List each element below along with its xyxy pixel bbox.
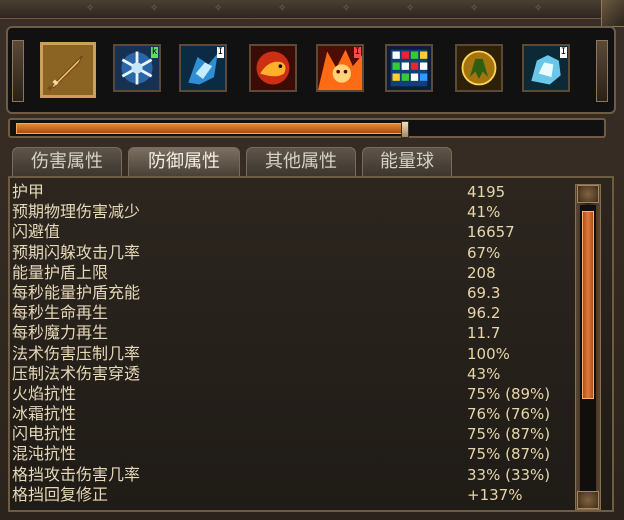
stat-row: 护甲 4195 (12, 182, 572, 202)
scroll-track[interactable] (580, 205, 596, 493)
stat-label: 冰霜抗性 (12, 404, 77, 424)
tab-damage[interactable]: 伤害属性 (12, 147, 122, 176)
strip-left-ornament (12, 40, 24, 102)
stat-label: 法术伤害压制几率 (12, 343, 141, 363)
multi-color-icon (387, 46, 431, 90)
character-attributes-window: ✧ ✧ ✧ ✧ ✧ ✧ ✧ ✧ k I I I 伤害属性 防御属性 其他属性 能… (0, 0, 624, 520)
stat-label: 预期闪躲攻击几率 (12, 242, 141, 262)
stat-value: 16657 (467, 223, 515, 242)
strip-right-ornament (596, 40, 608, 102)
stat-row: 每秒能量护盾充能 69.3 (12, 283, 572, 303)
ornament-icon: ✧ (470, 3, 479, 14)
stat-value: 208 (467, 263, 496, 282)
skill-berserker-slot[interactable]: I (316, 44, 364, 92)
stat-value: 4195 (467, 183, 506, 201)
scroll-down-icon[interactable] (577, 491, 599, 509)
stat-label: 能量护盾上限 (12, 262, 109, 282)
stat-value: 33% (33%) (467, 465, 551, 484)
ornament-icon: ✧ (534, 3, 543, 14)
skill-multi-color-slot[interactable] (385, 44, 433, 92)
stat-row: 闪避值 16657 (12, 222, 572, 242)
stat-value: 96.2 (467, 304, 501, 323)
stat-label: 每秒魔力再生 (12, 323, 109, 343)
stat-value: 67% (467, 243, 501, 262)
tab-defense[interactable]: 防御属性 (128, 147, 240, 176)
stat-label: 火焰抗性 (12, 383, 77, 403)
skill-badge: I (560, 47, 567, 58)
stat-label: 每秒能量护盾充能 (12, 282, 141, 302)
tab-energy-orb[interactable]: 能量球 (362, 147, 452, 176)
experience-bar-marker (401, 121, 409, 138)
skill-sword-slot[interactable] (40, 42, 96, 98)
stat-value: 41% (467, 203, 501, 222)
skill-ice-armor-slot[interactable]: I (179, 44, 227, 92)
ornament-icon: ✧ (342, 3, 351, 14)
ornament-icon: ✧ (406, 3, 415, 14)
stat-row: 每秒生命再生 96.2 (12, 303, 572, 323)
stat-value: 75% (87%) (467, 425, 551, 444)
stat-row: 每秒魔力再生 11.7 (12, 323, 572, 343)
skill-armor-slot[interactable] (455, 44, 503, 92)
stat-row: 预期物理伤害减少 41% (12, 202, 572, 222)
tab-other[interactable]: 其他属性 (246, 147, 356, 176)
skill-ice-fist-slot[interactable]: I (522, 44, 570, 92)
ornament-icon: ✧ (150, 3, 159, 14)
stat-label: 闪避值 (12, 222, 61, 242)
ornament-icon: ✧ (278, 3, 287, 14)
skill-snowflake-slot[interactable]: k (113, 44, 161, 92)
corner-ornament (601, 0, 624, 27)
skill-badge: I (354, 47, 361, 58)
stat-row: 冰霜抗性 76% (76%) (12, 404, 572, 424)
armor-icon (457, 46, 501, 90)
stat-label: 混沌抗性 (12, 444, 77, 464)
stat-value: 69.3 (467, 283, 501, 302)
stat-value: 100% (467, 344, 510, 363)
stat-label: 预期物理伤害减少 (12, 202, 141, 222)
stats-list: 护甲 4195 预期物理伤害减少 41% 闪避值 16657 预期闪躲攻击几率 67% … (12, 182, 572, 505)
stat-value: 11.7 (467, 324, 501, 343)
ornament-icon: ✧ (214, 3, 223, 14)
stat-row: 能量护盾上限 208 (12, 263, 572, 283)
stat-value: 43% (467, 364, 501, 383)
stat-row: 压制法术伤害穿透 43% (12, 364, 572, 384)
stat-label: 闪电抗性 (12, 424, 77, 444)
stat-row: 火焰抗性 75% (89%) (12, 384, 572, 404)
stat-row: 混沌抗性 75% (87%) (12, 444, 572, 464)
stats-scrollbar[interactable] (575, 184, 601, 510)
sword-icon (43, 45, 93, 95)
stat-row: 预期闪躲攻击几率 67% (12, 243, 572, 263)
stat-label: 护甲 (12, 182, 45, 201)
stat-label: 每秒生命再生 (12, 303, 109, 323)
stat-row: 法术伤害压制几率 100% (12, 344, 572, 364)
stat-row: 闪电抗性 75% (87%) (12, 424, 572, 444)
stat-row: 格挡回复修正 +137% (12, 485, 572, 505)
stat-row: 格挡攻击伤害几率 33% (33%) (12, 465, 572, 485)
stat-label: 压制法术伤害穿透 (12, 363, 141, 383)
stat-value: 75% (89%) (467, 384, 551, 403)
stat-value: 76% (76%) (467, 405, 551, 424)
fire-hound-icon (251, 46, 295, 90)
stat-value: +137% (467, 485, 523, 504)
stat-value: 75% (87%) (467, 445, 551, 464)
skill-badge: I (217, 47, 224, 58)
stat-label: 格挡回复修正 (12, 484, 109, 504)
scroll-up-icon[interactable] (577, 185, 599, 203)
scroll-thumb[interactable] (582, 211, 594, 399)
skill-badge: k (151, 47, 158, 58)
experience-bar-fill (16, 123, 404, 134)
window-top-bar: ✧ ✧ ✧ ✧ ✧ ✧ ✧ ✧ (0, 0, 624, 19)
ornament-icon: ✧ (86, 3, 95, 14)
stat-label: 格挡攻击伤害几率 (12, 464, 141, 484)
skill-fire-hound-slot[interactable] (249, 44, 297, 92)
